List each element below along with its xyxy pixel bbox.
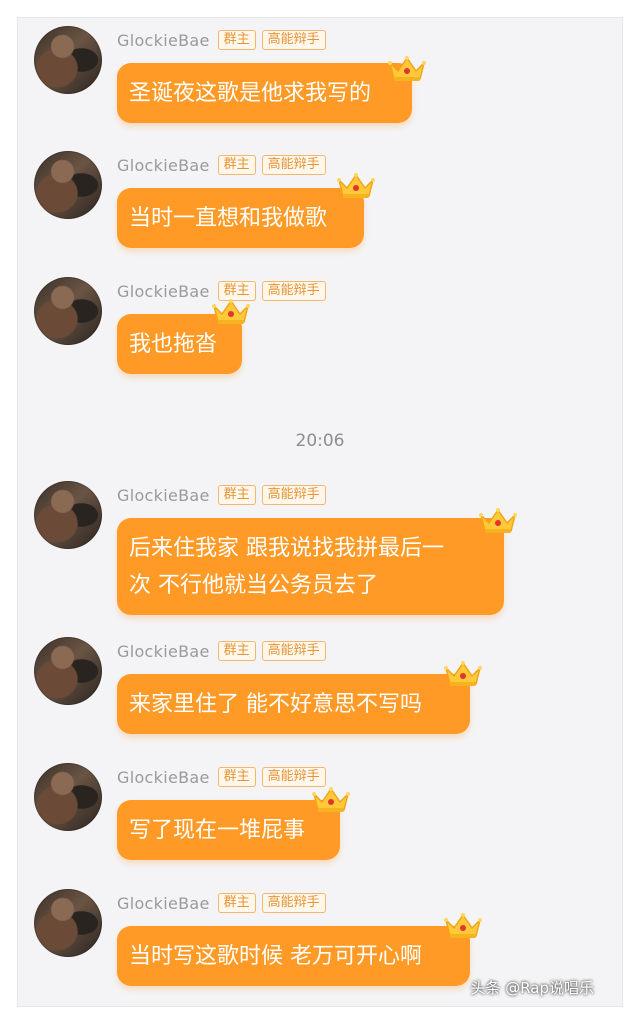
crown-icon (336, 171, 376, 201)
title-badge: 高能辩手 (261, 893, 326, 913)
message-bubble[interactable]: 写了现在一堆屁事 (117, 800, 340, 860)
timestamp: 20:06 (295, 431, 345, 451)
message-text: 当时一直想和我做歌 (129, 206, 328, 231)
sender-info: GlockieBae 群主 高能辩手 (117, 484, 332, 506)
owner-badge: 群主 (217, 893, 256, 913)
message-text: 圣诞夜这歌是他求我写的 (129, 81, 372, 106)
watermark: 头条 @Rap说唱乐 (470, 979, 594, 997)
message-bubble[interactable]: 当时写这歌时候 老万可开心啊 (117, 926, 470, 986)
sender-name[interactable]: GlockieBae (117, 642, 210, 661)
message-bubble[interactable]: 后来住我家 跟我说找我拼最后一 次 不行他就当公务员去了 (117, 518, 504, 615)
sender-name[interactable]: GlockieBae (117, 486, 210, 505)
message-bubble[interactable]: 来家里住了 能不好意思不写吗 (117, 674, 470, 734)
sender-name[interactable]: GlockieBae (117, 31, 210, 50)
avatar[interactable] (34, 763, 102, 831)
title-badge: 高能辩手 (261, 155, 326, 175)
avatar[interactable] (34, 637, 102, 705)
owner-badge: 群主 (217, 767, 256, 787)
owner-badge: 群主 (217, 30, 256, 50)
owner-badge: 群主 (217, 485, 256, 505)
crown-icon (211, 297, 251, 327)
chat-frame: GlockieBae 群主 高能辩手 圣诞夜这歌是他求我写的 GlockieBa… (18, 18, 622, 1006)
title-badge: 高能辩手 (261, 641, 326, 661)
message-text: 当时写这歌时候 老万可开心啊 (129, 944, 422, 969)
message-text-line: 次 不行他就当公务员去了 (129, 573, 378, 598)
owner-badge: 群主 (217, 155, 256, 175)
message-text: 写了现在一堆屁事 (129, 818, 306, 843)
title-badge: 高能辩手 (261, 767, 326, 787)
sender-info: GlockieBae 群主 高能辩手 (117, 892, 332, 914)
crown-icon (478, 506, 518, 536)
sender-info: GlockieBae 群主 高能辩手 (117, 640, 332, 662)
avatar[interactable] (34, 26, 102, 94)
message-bubble[interactable]: 圣诞夜这歌是他求我写的 (117, 63, 412, 123)
message-bubble[interactable]: 当时一直想和我做歌 (117, 188, 364, 248)
sender-info: GlockieBae 群主 高能辩手 (117, 154, 332, 176)
sender-name[interactable]: GlockieBae (117, 768, 210, 787)
owner-badge: 群主 (217, 641, 256, 661)
message-text: 我也拖沓 (129, 332, 218, 357)
title-badge: 高能辩手 (261, 281, 326, 301)
avatar[interactable] (34, 151, 102, 219)
sender-name[interactable]: GlockieBae (117, 156, 210, 175)
title-badge: 高能辩手 (261, 30, 326, 50)
avatar[interactable] (34, 889, 102, 957)
crown-icon (443, 659, 483, 689)
sender-name[interactable]: GlockieBae (117, 894, 210, 913)
crown-icon (311, 785, 351, 815)
sender-info: GlockieBae 群主 高能辩手 (117, 29, 332, 51)
avatar[interactable] (34, 481, 102, 549)
message-text-line: 后来住我家 跟我说找我拼最后一 (129, 536, 444, 561)
title-badge: 高能辩手 (261, 485, 326, 505)
message-text: 来家里住了 能不好意思不写吗 (129, 692, 422, 717)
crown-icon (443, 911, 483, 941)
sender-info: GlockieBae 群主 高能辩手 (117, 766, 332, 788)
avatar[interactable] (34, 277, 102, 345)
sender-name[interactable]: GlockieBae (117, 282, 210, 301)
crown-icon (387, 54, 427, 84)
